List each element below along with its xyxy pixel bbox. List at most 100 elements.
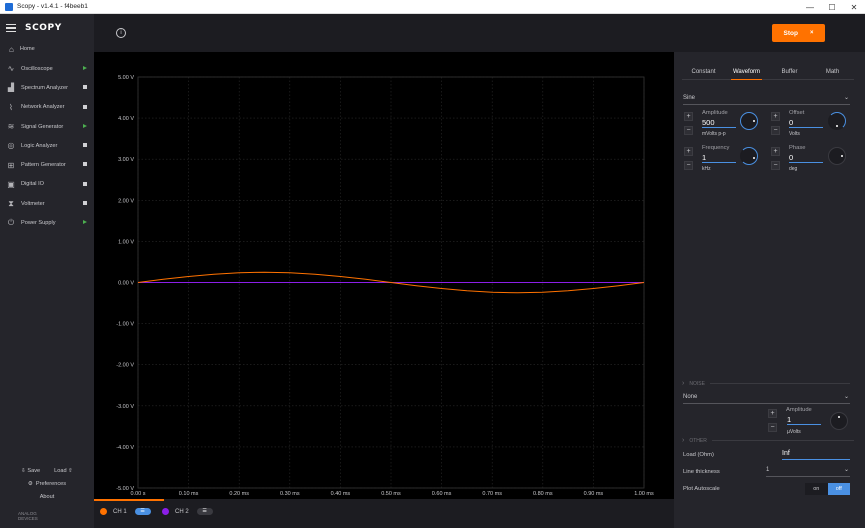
- preferences-label: Preferences: [35, 480, 67, 487]
- sidebar-item-label: Logic Analyzer: [21, 142, 58, 149]
- run-stop-button[interactable]: Stop ×: [772, 24, 825, 42]
- line-thickness-value: 1: [766, 467, 770, 473]
- offset-input[interactable]: 0: [789, 118, 823, 128]
- amplitude-knob[interactable]: [740, 112, 758, 130]
- channel-1-menu-icon[interactable]: ☰: [134, 508, 151, 515]
- maximize-button[interactable]: ☐: [821, 0, 843, 14]
- y-tick-label: 0.00 V: [118, 281, 134, 287]
- noise-amplitude-input[interactable]: 1: [787, 415, 821, 425]
- sidebar-item-digital-io[interactable]: ▣ Digital IO: [0, 175, 94, 194]
- sidebar-item-power-supply[interactable]: ⏻ Power Supply: [0, 213, 94, 232]
- digital-io-icon: ▣: [7, 179, 15, 189]
- close-window-button[interactable]: ✕: [843, 0, 865, 14]
- sidebar-item-network-analyzer[interactable]: ⌇ Network Analyzer: [0, 98, 94, 117]
- amplitude-input[interactable]: 500: [702, 118, 736, 128]
- sidebar-footer: ⇩ Save Load ⇧ ⚙ Preferences About: [0, 464, 94, 503]
- waveform-type-select[interactable]: Sine ⌄: [683, 93, 850, 105]
- power-supply-icon: ⏻: [7, 218, 15, 228]
- chevron-down-icon: ⌄: [843, 394, 849, 400]
- preferences-button[interactable]: ⚙ Preferences: [0, 477, 94, 490]
- sidebar-item-signal-generator[interactable]: ≋ Signal Generator: [0, 117, 94, 136]
- signal-generator-icon: ≋: [7, 122, 15, 132]
- frequency-decrement-button[interactable]: −: [684, 161, 693, 170]
- load-button[interactable]: Load ⇧: [54, 468, 73, 474]
- y-tick-label: -2.00 V: [116, 363, 134, 369]
- run-stop-label: Stop: [783, 29, 798, 37]
- y-tick-label: 4.00 V: [118, 116, 134, 122]
- phase-knob[interactable]: [828, 147, 846, 165]
- scopy-logo: SCOPY: [25, 23, 62, 33]
- toggle-off-option[interactable]: off: [827, 483, 850, 495]
- stopped-indicator-icon: [83, 201, 87, 206]
- x-tick-label: 0.40 ms: [331, 491, 351, 497]
- tool-toolbar: i Stop ×: [94, 14, 865, 52]
- other-section-header[interactable]: › OTHER: [682, 437, 854, 444]
- line-thickness-label: Line thickness: [683, 469, 720, 475]
- analog-devices-logo: ANALOG DEVICES: [18, 511, 38, 521]
- plot-canvas[interactable]: 0.00 s 0.10 ms 0.20 ms 0.30 ms 0.40 ms 0.50 m…: [94, 52, 674, 499]
- tab-buffer[interactable]: Buffer: [768, 66, 811, 79]
- sidebar-item-logic-analyzer[interactable]: ◎ Logic Analyzer: [0, 136, 94, 155]
- phase-unit-select[interactable]: deg: [789, 166, 797, 172]
- offset-unit-select[interactable]: Volts: [789, 131, 800, 137]
- phase-decrement-button[interactable]: −: [771, 161, 780, 170]
- tab-math[interactable]: Math: [811, 66, 854, 79]
- channel-2-menu-icon[interactable]: ☰: [196, 508, 213, 515]
- frequency-input[interactable]: 1: [702, 153, 736, 163]
- signal-plot[interactable]: 0.00 s 0.10 ms 0.20 ms 0.30 ms 0.40 ms 0.50 m…: [94, 52, 674, 499]
- amplitude-label: Amplitude: [702, 110, 728, 116]
- minimize-button[interactable]: —: [799, 0, 821, 14]
- home-label: Home: [19, 46, 35, 52]
- chevron-down-icon: ⌄: [843, 467, 849, 473]
- frequency-unit-select[interactable]: kHz: [702, 166, 711, 172]
- offset-decrement-button[interactable]: −: [771, 126, 780, 135]
- offset-increment-button[interactable]: +: [771, 112, 780, 121]
- sidebar-item-pattern-generator[interactable]: ⊞ Pattern Generator: [0, 155, 94, 174]
- phase-input[interactable]: 0: [789, 153, 823, 163]
- channel-1-tab[interactable]: CH 1 ☰: [100, 508, 151, 515]
- amplitude-unit-select[interactable]: mVolts p-p: [702, 131, 726, 137]
- phase-increment-button[interactable]: +: [771, 147, 780, 156]
- channel-2-tab[interactable]: CH 2 ☰: [162, 508, 213, 515]
- offset-label: Offset: [789, 110, 805, 116]
- load-input[interactable]: Inf: [782, 448, 850, 460]
- sidebar-item-voltmeter[interactable]: ⧗ Voltmeter: [0, 194, 94, 213]
- frequency-knob[interactable]: [740, 147, 758, 165]
- noise-amplitude-label: Amplitude: [786, 407, 812, 413]
- hamburger-menu-icon[interactable]: [6, 23, 16, 33]
- chevron-right-icon: ›: [682, 380, 685, 387]
- noise-type-select[interactable]: None ⌄: [683, 392, 850, 404]
- frequency-increment-button[interactable]: +: [684, 147, 693, 156]
- save-button[interactable]: ⇩ Save: [21, 468, 40, 474]
- toggle-on-option[interactable]: on: [805, 483, 828, 495]
- info-icon[interactable]: i: [116, 28, 126, 38]
- line-thickness-select[interactable]: 1 ⌄: [766, 465, 850, 477]
- tab-waveform[interactable]: Waveform: [725, 66, 768, 80]
- y-tick-label: -4.00 V: [116, 445, 134, 451]
- x-tick-label: 0.50 ms: [381, 491, 401, 497]
- gear-icon: ⚙: [27, 480, 33, 487]
- about-label: About: [39, 493, 55, 500]
- noise-section-header[interactable]: › NOISE: [682, 380, 850, 387]
- sidebar-item-label: Spectrum Analyzer: [21, 84, 68, 91]
- plot-autoscale-toggle[interactable]: on off: [805, 483, 850, 495]
- noise-amplitude-increment-button[interactable]: +: [768, 409, 777, 418]
- active-channel-accent: [94, 499, 164, 501]
- noise-amplitude-unit-select[interactable]: µVolts: [787, 429, 801, 435]
- noise-amplitude-decrement-button[interactable]: −: [768, 423, 777, 432]
- logic-analyzer-icon: ◎: [7, 141, 15, 151]
- sidebar-item-label: Network Analyzer: [21, 104, 65, 111]
- tab-constant[interactable]: Constant: [682, 66, 725, 79]
- amplitude-increment-button[interactable]: +: [684, 112, 693, 121]
- home-button[interactable]: ⌂ Home: [0, 43, 94, 55]
- running-indicator-icon: [83, 66, 87, 70]
- chevron-down-icon: ⌄: [843, 95, 849, 101]
- amplitude-decrement-button[interactable]: −: [684, 126, 693, 135]
- stopped-indicator-icon: [83, 181, 87, 186]
- sidebar-item-oscilloscope[interactable]: ∿ Oscilloscope: [0, 59, 94, 78]
- about-button[interactable]: About: [0, 490, 94, 503]
- stop-icon: ×: [809, 30, 814, 36]
- noise-amplitude-knob[interactable]: [830, 412, 848, 430]
- offset-knob[interactable]: [828, 112, 846, 130]
- sidebar-item-spectrum-analyzer[interactable]: ▟ Spectrum Analyzer: [0, 78, 94, 97]
